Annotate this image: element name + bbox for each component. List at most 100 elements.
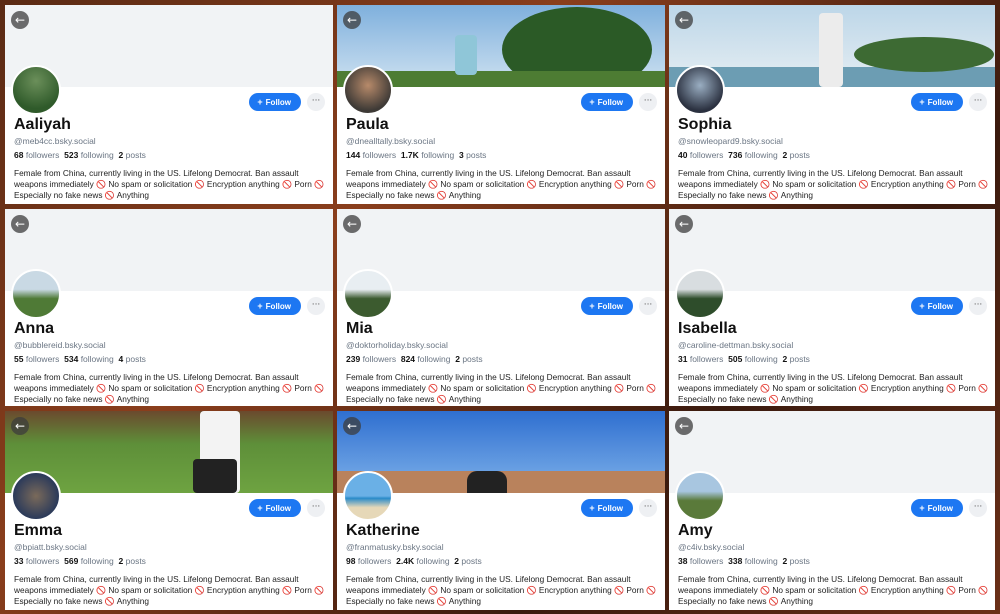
display-name: Paula	[346, 116, 389, 133]
more-options-button[interactable]: ···	[639, 297, 657, 315]
avatar[interactable]	[343, 269, 393, 319]
bio-text: Especially no fake news	[346, 190, 435, 200]
back-arrow-icon[interactable]: ←	[343, 417, 361, 435]
profile-stats: 68 followers 523 following 2 posts	[14, 150, 146, 160]
avatar[interactable]	[11, 65, 61, 115]
more-options-button[interactable]: ···	[307, 499, 325, 517]
bio-text: No spam or solicitation	[438, 383, 525, 393]
bio-text: Encryption anything	[536, 383, 612, 393]
followers-link[interactable]: 31 followers	[678, 354, 723, 364]
following-link[interactable]: 505 following	[728, 354, 778, 364]
more-options-button[interactable]: ···	[307, 93, 325, 111]
followers-link[interactable]: 68 followers	[14, 150, 59, 160]
followers-link[interactable]: 98 followers	[346, 556, 391, 566]
more-options-button[interactable]: ···	[307, 297, 325, 315]
prohibited-icon: 🚫	[282, 180, 293, 189]
bio-text: Encryption anything	[536, 585, 612, 595]
prohibited-icon: 🚫	[314, 180, 325, 189]
prohibited-icon: 🚫	[614, 384, 625, 393]
bio-text: Encryption anything	[868, 585, 944, 595]
more-options-button[interactable]: ···	[969, 297, 987, 315]
following-label: following	[80, 556, 114, 566]
followers-link[interactable]: 55 followers	[14, 354, 59, 364]
avatar[interactable]	[675, 65, 725, 115]
posts-label: posts	[125, 150, 146, 160]
follow-button[interactable]: + Follow	[249, 499, 301, 517]
bio-text: No spam or solicitation	[770, 179, 857, 189]
profile-bio: Female from China, currently living in t…	[14, 372, 326, 405]
followers-link[interactable]: 40 followers	[678, 150, 723, 160]
follow-button[interactable]: + Follow	[911, 93, 963, 111]
followers-link[interactable]: 239 followers	[346, 354, 396, 364]
avatar[interactable]	[675, 269, 725, 319]
followers-count: 55	[14, 354, 24, 364]
plus-icon: +	[257, 97, 263, 107]
display-name: Isabella	[678, 320, 737, 337]
avatar[interactable]	[11, 269, 61, 319]
bio-text: Encryption anything	[868, 383, 944, 393]
display-name: Katherine	[346, 522, 420, 539]
back-arrow-icon[interactable]: ←	[343, 215, 361, 233]
follow-button[interactable]: + Follow	[911, 297, 963, 315]
posts-label: posts	[461, 556, 482, 566]
profile-bio: Female from China, currently living in t…	[346, 574, 658, 607]
following-link[interactable]: 2.4K following	[396, 556, 449, 566]
bio-text: No spam or solicitation	[438, 585, 525, 595]
back-arrow-icon[interactable]: ←	[11, 417, 29, 435]
following-link[interactable]: 736 following	[728, 150, 778, 160]
more-options-button[interactable]: ···	[639, 499, 657, 517]
more-options-button[interactable]: ···	[639, 93, 657, 111]
follow-label: Follow	[265, 98, 291, 107]
bio-text: Encryption anything	[204, 179, 280, 189]
back-arrow-icon[interactable]: ←	[675, 215, 693, 233]
back-arrow-icon[interactable]: ←	[11, 11, 29, 29]
followers-link[interactable]: 144 followers	[346, 150, 396, 160]
bio-text: Anything	[778, 596, 813, 606]
prohibited-icon: 🚫	[314, 384, 325, 393]
following-link[interactable]: 338 following	[728, 556, 778, 566]
following-link[interactable]: 1.7K following	[401, 150, 454, 160]
follow-button[interactable]: + Follow	[581, 499, 633, 517]
profile-stats: 33 followers 569 following 2 posts	[14, 556, 146, 566]
posts-count: 2	[782, 556, 788, 566]
following-label: following	[416, 556, 450, 566]
back-arrow-icon[interactable]: ←	[675, 11, 693, 29]
bio-text: Porn	[292, 179, 312, 189]
plus-icon: +	[589, 503, 595, 513]
following-link[interactable]: 523 following	[64, 150, 114, 160]
prohibited-icon: 🚫	[436, 395, 447, 404]
bio-text: No spam or solicitation	[106, 383, 193, 393]
profile-handle: @bubblereid.bsky.social	[14, 340, 106, 350]
following-count: 569	[64, 556, 79, 566]
follow-button[interactable]: + Follow	[911, 499, 963, 517]
back-arrow-icon[interactable]: ←	[11, 215, 29, 233]
followers-link[interactable]: 33 followers	[14, 556, 59, 566]
posts-count: 3	[459, 150, 464, 160]
follow-button[interactable]: + Follow	[581, 93, 633, 111]
posts-count: 2	[118, 150, 124, 160]
avatar[interactable]	[11, 471, 61, 521]
more-options-button[interactable]: ···	[969, 93, 987, 111]
avatar[interactable]	[343, 471, 393, 521]
back-arrow-icon[interactable]: ←	[675, 417, 693, 435]
more-options-button[interactable]: ···	[969, 499, 987, 517]
prohibited-icon: 🚫	[104, 597, 115, 606]
follow-button[interactable]: + Follow	[249, 297, 301, 315]
bio-text: Anything	[114, 190, 149, 200]
posts-count: 4	[118, 354, 124, 364]
followers-count: 98	[346, 556, 356, 566]
following-link[interactable]: 569 following	[64, 556, 114, 566]
follow-button[interactable]: + Follow	[249, 93, 301, 111]
profile-card: ← + Follow ··· Emma @bpiatt.bsky.social 3…	[5, 411, 333, 610]
followers-label: followers	[25, 354, 60, 364]
avatar[interactable]	[675, 471, 725, 521]
avatar[interactable]	[343, 65, 393, 115]
profile-bio: Female from China, currently living in t…	[678, 168, 990, 201]
following-link[interactable]: 534 following	[64, 354, 114, 364]
back-arrow-icon[interactable]: ←	[343, 11, 361, 29]
follow-button[interactable]: + Follow	[581, 297, 633, 315]
prohibited-icon: 🚫	[614, 180, 625, 189]
following-link[interactable]: 824 following	[401, 354, 451, 364]
followers-link[interactable]: 38 followers	[678, 556, 723, 566]
bio-text: No spam or solicitation	[770, 383, 857, 393]
